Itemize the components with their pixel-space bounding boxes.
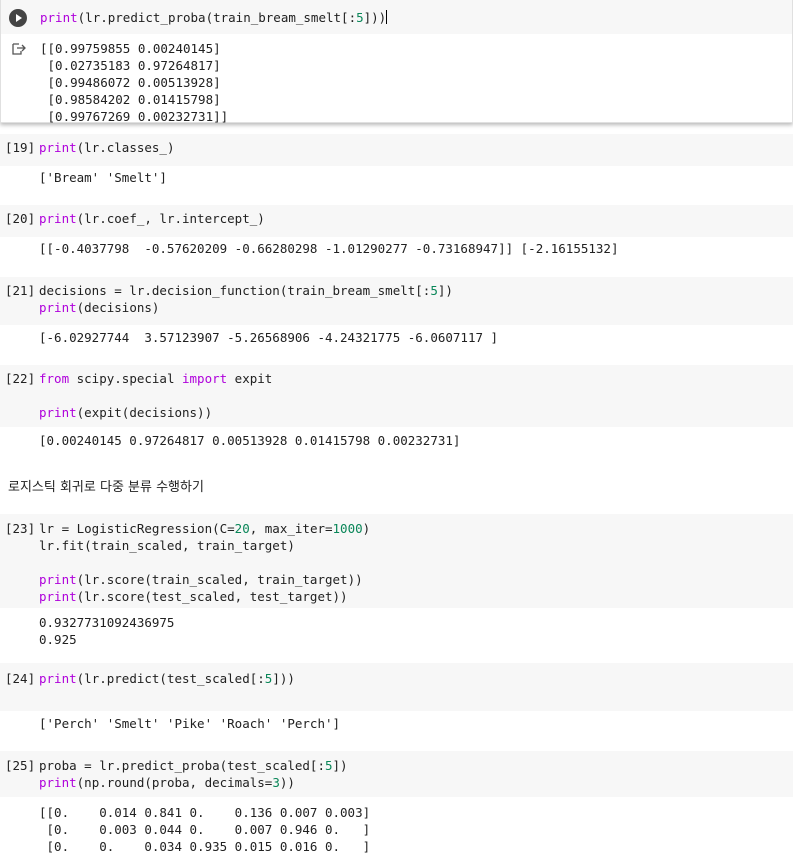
code-line[interactable]: from scipy.special import expit (39, 370, 272, 387)
markdown-text-cell[interactable]: 로지스틱 회귀로 다중 분류 수행하기 (8, 476, 204, 495)
code-line[interactable]: print(lr.score(test_scaled, test_target)… (39, 588, 370, 605)
code-line[interactable]: print(expit(decisions)) (39, 404, 272, 421)
output-line: [0.02735183 0.97264817] (40, 58, 221, 73)
cell-output: [[-0.4037798 -0.57620209 -0.66280298 -1.… (39, 241, 619, 256)
code-line[interactable] (39, 554, 370, 571)
code-line[interactable]: print(decisions) (39, 299, 453, 316)
code-editor[interactable]: [25] proba = lr.predict_proba(test_scale… (0, 751, 793, 797)
cell-output: [[0. 0.014 0.841 0. 0.136 0.007 0.003] [… (39, 804, 370, 855)
execution-count: [25] (5, 758, 36, 773)
code-editor[interactable]: [20] print(lr.coef_, lr.intercept_) (0, 205, 793, 237)
code-line[interactable]: print(np.round(proba, decimals=3)) (39, 774, 348, 791)
execution-count: [22] (5, 371, 36, 386)
execution-count: [23] (5, 521, 36, 536)
output-line: [0.99767269 0.00232731]] (40, 109, 229, 124)
code-block[interactable]: proba = lr.predict_proba(test_scaled[:5]… (39, 757, 348, 791)
cell-output: 0.9327731092436975 0.925 (39, 614, 174, 648)
output-line: [0.98584202 0.01415798] (40, 92, 221, 107)
code-line[interactable]: lr = LogisticRegression(C=20, max_iter=1… (39, 520, 370, 537)
cell-output: ['Bream' 'Smelt'] (39, 170, 167, 185)
text-cursor (386, 10, 388, 24)
code-line[interactable]: decisions = lr.decision_function(train_b… (39, 282, 453, 299)
code-editor[interactable]: [21] decisions = lr.decision_function(tr… (0, 277, 793, 325)
code-block[interactable]: lr = LogisticRegression(C=20, max_iter=1… (39, 520, 370, 605)
code-line[interactable]: print(lr.predict_proba(train_bream_smelt… (40, 9, 388, 26)
output-line: 0.9327731092436975 (39, 615, 175, 630)
execution-count: [19] (5, 140, 36, 155)
code-block[interactable]: from scipy.special import expit print(ex… (39, 370, 272, 421)
output-line: [[0. 0.014 0.841 0. 0.136 0.007 0.003] (39, 805, 371, 820)
cell-output: ['Perch' 'Smelt' 'Pike' 'Roach' 'Perch'] (39, 716, 341, 731)
output-line: [[0.99759855 0.00240145] (40, 41, 221, 56)
code-line[interactable]: print(lr.coef_, lr.intercept_) (39, 210, 265, 227)
cell-output: [[0.99759855 0.00240145] [0.02735183 0.9… (40, 40, 228, 125)
active-code-cell[interactable]: print(lr.predict_proba(train_bream_smelt… (0, 0, 793, 125)
execution-count: [24] (5, 671, 36, 686)
output-redirect-icon[interactable] (12, 42, 26, 56)
code-line[interactable]: lr.fit(train_scaled, train_target) (39, 537, 370, 554)
cell-output: [-6.02927744 3.57123907 -5.26568906 -4.2… (39, 330, 499, 345)
code-editor[interactable]: print(lr.predict_proba(train_bream_smelt… (1, 0, 792, 34)
code-editor[interactable]: [23] lr = LogisticRegression(C=20, max_i… (0, 514, 793, 608)
code-line[interactable]: print(lr.predict(test_scaled[:5])) (39, 670, 295, 687)
execution-count: [21] (5, 283, 36, 298)
code-line[interactable]: print(lr.classes_) (39, 139, 174, 156)
code-line[interactable] (39, 387, 272, 404)
cell-output: [0.00240145 0.97264817 0.00513928 0.0141… (39, 433, 461, 448)
code-block[interactable]: decisions = lr.decision_function(train_b… (39, 282, 453, 316)
output-line: 0.925 (39, 632, 77, 647)
code-editor[interactable]: [19] print(lr.classes_) (0, 134, 793, 166)
code-line[interactable]: proba = lr.predict_proba(test_scaled[:5]… (39, 757, 348, 774)
code-line[interactable]: print(lr.score(train_scaled, train_targe… (39, 571, 370, 588)
code-editor[interactable]: [24] print(lr.predict(test_scaled[:5])) (0, 663, 793, 711)
code-editor[interactable]: [22] from scipy.special import expit pri… (0, 365, 793, 427)
output-line: [0.99486072 0.00513928] (40, 75, 221, 90)
output-line: [0. 0. 0.034 0.935 0.015 0.016 0. ] (39, 839, 371, 854)
output-line: [0. 0.003 0.044 0. 0.007 0.946 0. ] (39, 822, 371, 837)
execution-count: [20] (5, 211, 36, 226)
run-cell-button[interactable] (9, 9, 27, 27)
